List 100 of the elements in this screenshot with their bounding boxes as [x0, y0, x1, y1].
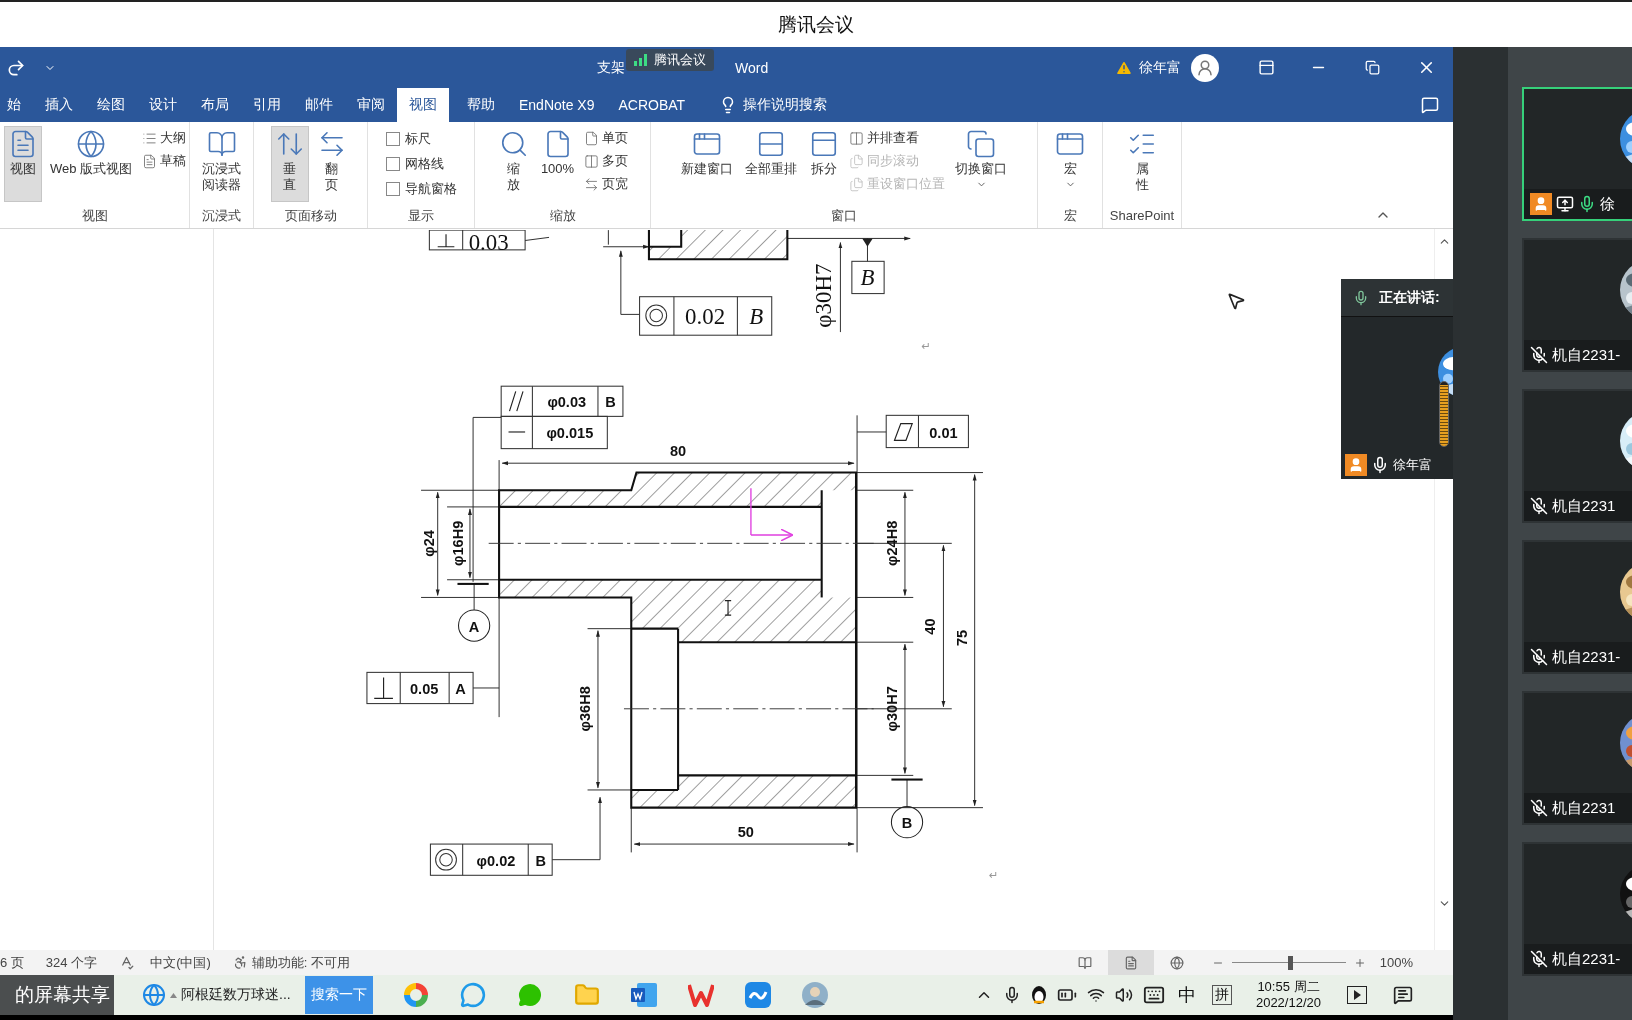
- volume-icon[interactable]: [1114, 986, 1133, 1004]
- ribbon-tab[interactable]: ACROBAT: [606, 88, 698, 122]
- ribbon-tab[interactable]: EndNote X9: [507, 88, 607, 122]
- participant-tile[interactable]: 机自2231-: [1522, 238, 1632, 372]
- draft-icon: [142, 153, 158, 169]
- participant-tile[interactable]: 机自2231-: [1522, 540, 1632, 674]
- split-window-icon: [809, 129, 839, 159]
- ribbon-tab[interactable]: 始: [0, 88, 33, 122]
- proofing-icon[interactable]: [119, 955, 135, 970]
- dimension-label: φ24H8: [884, 520, 901, 566]
- participant-tile[interactable]: 机自2231: [1522, 389, 1632, 523]
- tell-me-search[interactable]: 操作说明搜索: [711, 88, 836, 122]
- ribbon-group-label: 沉浸式: [202, 207, 241, 225]
- dimension-label: φ16H9: [450, 520, 467, 566]
- ribbon-button[interactable]: 并排查看: [847, 128, 947, 148]
- browser-icon[interactable]: [142, 983, 166, 1007]
- ribbon-button[interactable]: 多页: [582, 151, 631, 171]
- ribbon-group-label: 视图: [81, 207, 108, 225]
- page-width-icon: [584, 176, 600, 192]
- signal-icon: [634, 54, 650, 66]
- dimension-label: A: [455, 681, 466, 697]
- ribbon-button[interactable]: Web 版式视图: [46, 126, 137, 202]
- ribbon-button[interactable]: 拆分: [805, 126, 843, 202]
- clock[interactable]: 10:55 周二 2022/12/20: [1255, 979, 1321, 1011]
- ribbon-button[interactable]: 大纲: [140, 128, 189, 148]
- zoom-level[interactable]: 100%: [1379, 955, 1413, 970]
- input-mode[interactable]: 中: [1177, 983, 1196, 1007]
- dimension-label: 0.02: [685, 303, 726, 329]
- paragraph-mark: ↵: [920, 339, 931, 352]
- avatar-icon[interactable]: [1191, 53, 1219, 82]
- ribbon-button[interactable]: 切换窗口: [951, 126, 1011, 202]
- zoom-in-icon[interactable]: [1353, 956, 1366, 969]
- screen-share-label: 的屏幕共享: [0, 975, 114, 1015]
- ribbon-tab[interactable]: 帮助: [455, 88, 507, 122]
- ribbon-tab[interactable]: 绘图: [85, 88, 137, 122]
- ribbon-button[interactable]: 垂直: [270, 126, 309, 202]
- paragraph-mark: ↵: [988, 869, 999, 882]
- ribbon-button[interactable]: 宏: [1051, 126, 1089, 202]
- notification-icon[interactable]: [1393, 985, 1413, 1005]
- language[interactable]: 中文(中国): [150, 953, 211, 972]
- play-icon[interactable]: [1347, 986, 1367, 1004]
- wifi-icon[interactable]: [1086, 986, 1105, 1004]
- dimension-label: 0.05: [410, 681, 439, 697]
- participant-name: 机自2231: [1552, 496, 1616, 516]
- redo-icon[interactable]: [6, 57, 26, 78]
- web-page-icon: [76, 129, 107, 159]
- switch-windows-icon: [966, 129, 996, 159]
- checkbox-label: 网格线: [404, 155, 444, 173]
- browser-tab-title[interactable]: 阿根廷数万球迷...: [181, 986, 291, 1004]
- ribbon-tab[interactable]: 引用: [241, 88, 293, 122]
- host-icon: [1345, 454, 1367, 476]
- ribbon-group-label: SharePoint: [1109, 207, 1175, 225]
- input-method[interactable]: 拼: [1211, 985, 1232, 1005]
- penguin-icon[interactable]: [1030, 985, 1047, 1005]
- web-layout-icon: [1169, 955, 1184, 970]
- accessibility-icon: [232, 955, 248, 970]
- checkbox[interactable]: [385, 182, 400, 196]
- user-name[interactable]: 徐年富: [1139, 58, 1181, 77]
- ribbon-button[interactable]: 属性: [1123, 126, 1161, 202]
- ribbon-group-label: 显示: [408, 207, 434, 225]
- dimension-label: 50: [737, 823, 754, 840]
- ribbon-button[interactable]: 单页: [582, 128, 631, 148]
- ribbon-button[interactable]: 新建窗口: [677, 126, 737, 202]
- ribbon-tab[interactable]: 设计: [137, 88, 189, 122]
- single-page-icon: [584, 130, 600, 146]
- ribbon-tab[interactable]: 布局: [189, 88, 241, 122]
- participant-name: 机自2231-: [1552, 345, 1621, 365]
- ribbon-group-label: 页面移动: [284, 207, 337, 225]
- ribbon-button[interactable]: 视图: [4, 126, 42, 202]
- ribbon-tab[interactable]: 视图: [397, 88, 449, 122]
- dimension-label: A: [468, 618, 480, 635]
- ribbon-group-label: 宏: [1063, 207, 1077, 225]
- reader-icon: [206, 129, 237, 159]
- accessibility-status[interactable]: 辅助功能: 不可用: [251, 953, 351, 972]
- participant-name: 机自2231: [1552, 798, 1616, 818]
- ribbon-button[interactable]: 全部重排: [741, 126, 801, 202]
- keyboard-icon[interactable]: [1142, 984, 1165, 1006]
- participant-tile[interactable]: 机自2231-: [1522, 842, 1632, 976]
- ribbon-button[interactable]: 沉浸式阅读器: [198, 126, 245, 202]
- microphone-icon: [1371, 456, 1389, 474]
- microphone-icon: [1353, 289, 1369, 306]
- dimension-label: 40: [921, 618, 938, 635]
- dimension-label: B: [749, 303, 764, 329]
- participant-tile[interactable]: 徐: [1522, 87, 1632, 221]
- checkbox[interactable]: [385, 132, 400, 146]
- participant-tile[interactable]: 机自2231: [1522, 691, 1632, 825]
- view-button[interactable]: [1107, 950, 1154, 975]
- ribbon-tab[interactable]: 邮件: [293, 88, 345, 122]
- dimension-label: φ0.02: [476, 852, 516, 869]
- ribbon-button[interactable]: 草稿: [140, 151, 189, 171]
- ribbon-tab[interactable]: 审阅: [345, 88, 397, 122]
- ribbon-button[interactable]: 页宽: [582, 174, 631, 194]
- ribbon-button[interactable]: 缩放: [494, 126, 533, 202]
- ribbon-tab[interactable]: 插入: [33, 88, 85, 122]
- ribbon-button[interactable]: 翻页: [312, 126, 351, 202]
- ribbon-button[interactable]: 100%: [536, 126, 579, 202]
- checkbox[interactable]: [385, 157, 400, 171]
- page-count: 6 页: [0, 953, 24, 972]
- speaker-name: 徐年富: [1393, 456, 1432, 474]
- comments-icon[interactable]: [1421, 96, 1439, 114]
